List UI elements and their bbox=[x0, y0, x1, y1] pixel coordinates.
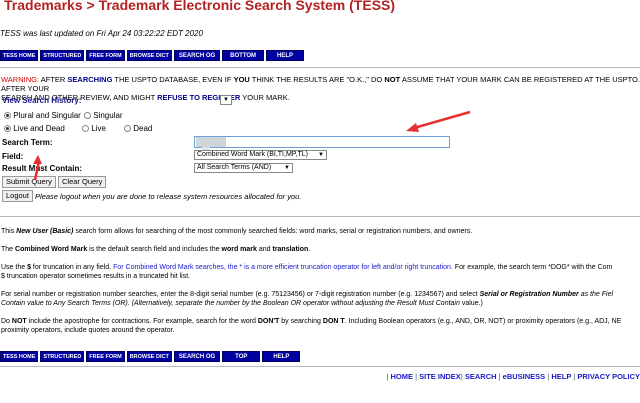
annotation-arrows bbox=[33, 110, 471, 181]
arrow-head-icon bbox=[33, 155, 42, 164]
arrow-to-search-term bbox=[413, 110, 471, 130]
arrow-head-icon bbox=[406, 123, 419, 132]
